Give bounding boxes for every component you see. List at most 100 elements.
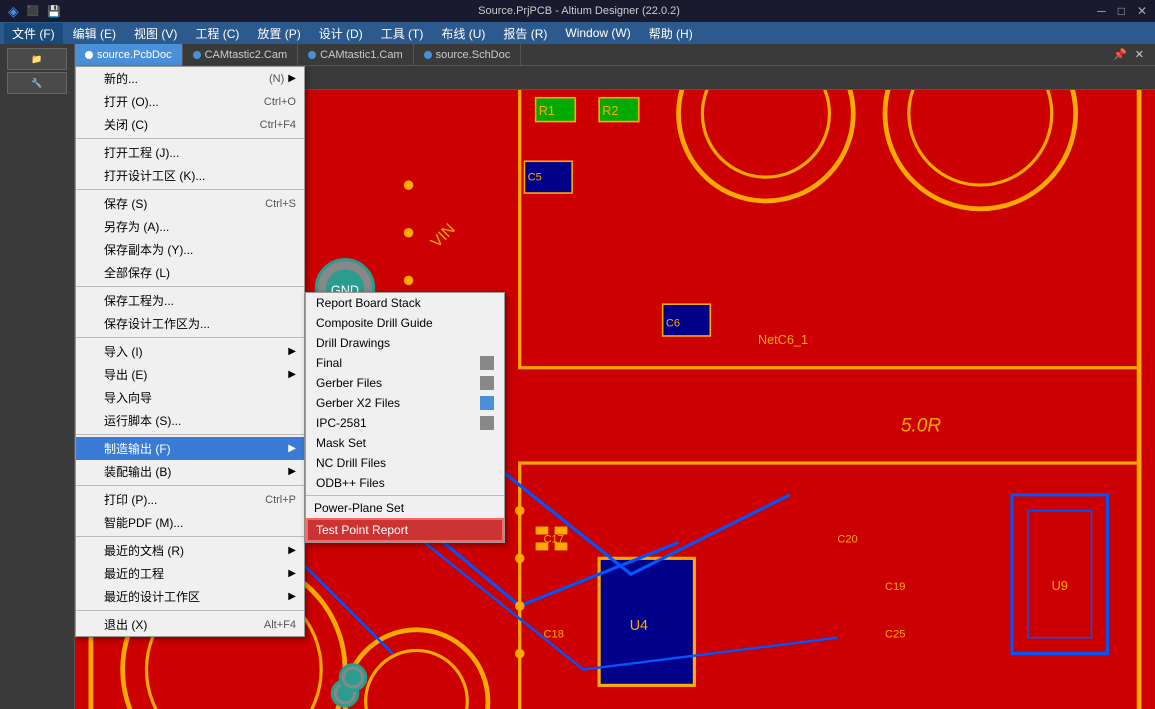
file-menu-item-assembly[interactable]: 装配输出 (B)▶ xyxy=(76,460,304,483)
file-menu-icon-close xyxy=(84,117,100,133)
menu-item-file[interactable]: 文件 (F) xyxy=(4,23,63,44)
file-menu-icon-new xyxy=(84,71,100,87)
menu-separator xyxy=(76,189,304,190)
file-menu-icon-save-as xyxy=(84,219,100,235)
toolbar-icon1: 💾 xyxy=(47,5,61,18)
tab-1[interactable]: CAMtastic2.Cam xyxy=(183,44,299,66)
file-menu-icon-import-wizard xyxy=(84,390,100,406)
mfg-icon-final xyxy=(480,356,494,370)
tab-0[interactable]: source.PcbDoc xyxy=(75,44,183,66)
manufacture-submenu[interactable]: Report Board StackComposite Drill GuideD… xyxy=(305,292,505,543)
left-sidebar: 📁 🔧 xyxy=(0,44,75,709)
menu-item-help[interactable]: 帮助 (H) xyxy=(641,23,701,44)
file-menu-dropdown[interactable]: 新的...(N)▶打开 (O)...Ctrl+O关闭 (C)Ctrl+F4 打开工… xyxy=(75,66,305,637)
file-menu-item-save-all[interactable]: 全部保存 (L) xyxy=(76,261,304,284)
main-area: 📁 🔧 source.PcbDocCAMtastic2.CamCAMtastic… xyxy=(0,44,1155,709)
tab-bar: source.PcbDocCAMtastic2.CamCAMtastic1.Ca… xyxy=(75,44,1155,66)
file-menu-item-open-workspace[interactable]: 打开设计工区 (K)... xyxy=(76,164,304,187)
mfg-item-report-board-stack[interactable]: Report Board Stack xyxy=(306,293,504,313)
sidebar-icon-2[interactable]: 🔧 xyxy=(7,72,67,94)
menu-item-project[interactable]: 工程 (C) xyxy=(187,23,247,44)
file-menu-item-recent-workspaces[interactable]: 最近的设计工作区▶ xyxy=(76,585,304,608)
menu-separator xyxy=(76,610,304,611)
menu-separator xyxy=(76,337,304,338)
file-menu-icon-recent-docs xyxy=(84,543,100,559)
file-menu-item-exit[interactable]: 退出 (X)Alt+F4 xyxy=(76,613,304,636)
maximize-button[interactable]: □ xyxy=(1118,4,1125,18)
file-menu-item-smart-pdf[interactable]: 智能PDF (M)... xyxy=(76,511,304,534)
file-menu-item-import[interactable]: 导入 (I)▶ xyxy=(76,340,304,363)
mfg-item-nc-drill[interactable]: NC Drill Files xyxy=(306,453,504,473)
menu-item-window[interactable]: Window (W) xyxy=(557,24,638,42)
tab-2[interactable]: CAMtastic1.Cam xyxy=(298,44,414,66)
file-menu-item-print[interactable]: 打印 (P)...Ctrl+P xyxy=(76,488,304,511)
file-menu-item-open[interactable]: 打开 (O)...Ctrl+O xyxy=(76,90,304,113)
menu-item-design[interactable]: 设计 (D) xyxy=(311,23,371,44)
arrow-manufacture: ▶ xyxy=(288,443,296,454)
file-menu-item-save-copy[interactable]: 保存副本为 (Y)... xyxy=(76,238,304,261)
file-menu-icon-exit xyxy=(84,617,100,633)
file-menu-icon-assembly xyxy=(84,464,100,480)
shortcut-exit: Alt+F4 xyxy=(264,619,296,631)
sm-separator xyxy=(306,495,504,496)
file-menu-item-save-project-as[interactable]: 保存工程为... xyxy=(76,289,304,312)
file-menu-icon-export xyxy=(84,367,100,383)
menu-item-view[interactable]: 视图 (V) xyxy=(126,23,185,44)
mfg-item-gerber-x2[interactable]: Gerber X2 Files xyxy=(306,393,504,413)
file-menu-item-save-workspace-as[interactable]: 保存设计工作区为... xyxy=(76,312,304,335)
mfg-item-power-plane[interactable]: Power-Plane Set xyxy=(306,498,504,518)
file-menu-item-recent-projects[interactable]: 最近的工程▶ xyxy=(76,562,304,585)
file-menu-icon-open-workspace xyxy=(84,168,100,184)
menu-item-route[interactable]: 布线 (U) xyxy=(433,23,493,44)
mfg-item-ipc-2581[interactable]: IPC-2581 xyxy=(306,413,504,433)
tab-close-all[interactable]: ✕ xyxy=(1132,48,1147,61)
mfg-item-composite-drill[interactable]: Composite Drill Guide xyxy=(306,313,504,333)
mfg-icon-gerber-files xyxy=(480,376,494,390)
mfg-item-gerber-files[interactable]: Gerber Files xyxy=(306,373,504,393)
svg-text:C5: C5 xyxy=(528,171,542,183)
svg-text:C25: C25 xyxy=(885,629,905,641)
menu-item-edit[interactable]: 编辑 (E) xyxy=(65,23,124,44)
file-menu-item-close[interactable]: 关闭 (C)Ctrl+F4 xyxy=(76,113,304,136)
arrow-recent-projects: ▶ xyxy=(288,568,296,579)
tab-3[interactable]: source.SchDoc xyxy=(414,44,522,66)
mfg-icon-ipc-2581 xyxy=(480,416,494,430)
tab-pin[interactable]: 📌 xyxy=(1110,48,1130,61)
file-menu-item-recent-docs[interactable]: 最近的文档 (R)▶ xyxy=(76,539,304,562)
file-menu-item-open-project[interactable]: 打开工程 (J)... xyxy=(76,141,304,164)
file-menu-item-new[interactable]: 新的...(N)▶ xyxy=(76,67,304,90)
mfg-item-final[interactable]: Final xyxy=(306,353,504,373)
svg-text:5.0R: 5.0R xyxy=(901,415,941,436)
file-menu-item-manufacture[interactable]: 制造输出 (F)▶ xyxy=(76,437,304,460)
minimize-button[interactable]: ─ xyxy=(1097,4,1106,18)
menu-separator xyxy=(76,286,304,287)
file-menu-icon-open-project xyxy=(84,145,100,161)
file-menu-item-save-as[interactable]: 另存为 (A)... xyxy=(76,215,304,238)
mfg-item-test-point[interactable]: Test Point Report xyxy=(306,518,504,542)
svg-text:U9: U9 xyxy=(1052,579,1068,593)
svg-text:R2: R2 xyxy=(602,104,618,118)
svg-text:NetC6_1: NetC6_1 xyxy=(758,333,808,347)
menu-item-report[interactable]: 报告 (R) xyxy=(495,23,555,44)
menu-separator xyxy=(76,536,304,537)
sidebar-icon-1[interactable]: 📁 xyxy=(7,48,67,70)
menu-item-tools[interactable]: 工具 (T) xyxy=(373,23,432,44)
mfg-item-mask-set[interactable]: Mask Set xyxy=(306,433,504,453)
menu-item-place[interactable]: 放置 (P) xyxy=(249,23,308,44)
file-menu-icon-save-workspace-as xyxy=(84,316,100,332)
file-menu-icon-save-project-as xyxy=(84,293,100,309)
svg-text:R1: R1 xyxy=(539,104,555,118)
shortcut-print: Ctrl+P xyxy=(265,494,296,506)
mfg-icon-gerber-x2 xyxy=(480,396,494,410)
content-area: source.PcbDocCAMtastic2.CamCAMtastic1.Ca… xyxy=(75,44,1155,709)
file-menu-item-import-wizard[interactable]: 导入向导 xyxy=(76,386,304,409)
file-menu-icon-print xyxy=(84,492,100,508)
file-menu-item-save[interactable]: 保存 (S)Ctrl+S xyxy=(76,192,304,215)
arrow-assembly: ▶ xyxy=(288,466,296,477)
mfg-item-drill-drawings[interactable]: Drill Drawings xyxy=(306,333,504,353)
file-menu-item-run-script[interactable]: 运行脚本 (S)... xyxy=(76,409,304,432)
close-button[interactable]: ✕ xyxy=(1137,4,1147,18)
file-menu-item-export[interactable]: 导出 (E)▶ xyxy=(76,363,304,386)
file-menu-icon-import xyxy=(84,344,100,360)
mfg-item-odb-files[interactable]: ODB++ Files xyxy=(306,473,504,493)
